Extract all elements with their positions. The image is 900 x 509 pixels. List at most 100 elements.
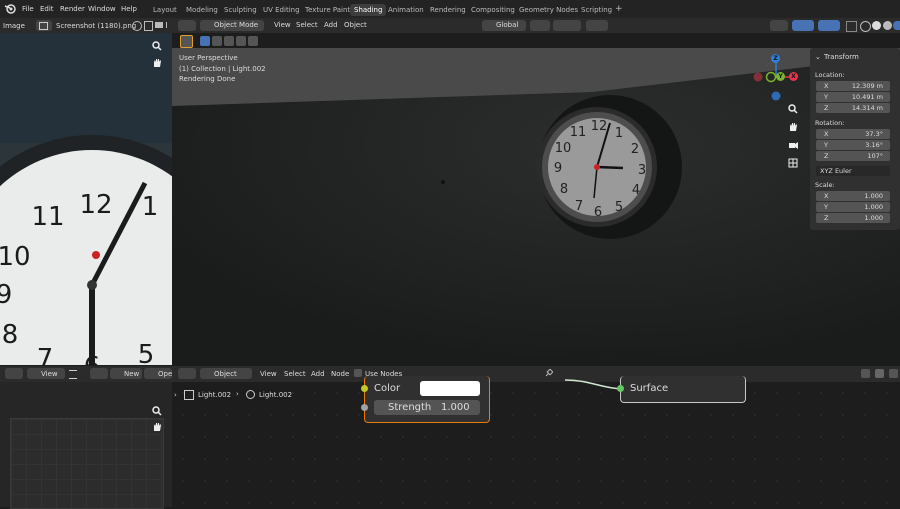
location-x-field[interactable]: X 12.309 m xyxy=(816,81,890,91)
tab-shading[interactable]: Shading xyxy=(350,4,387,16)
uv-editor-type-button[interactable] xyxy=(5,368,23,379)
uv-zoom-icon[interactable] xyxy=(152,406,162,416)
rotation-x-field[interactable]: X 37.3° xyxy=(816,129,890,139)
use-nodes-checkbox[interactable] xyxy=(354,369,362,377)
menu-window[interactable]: Window xyxy=(88,5,116,13)
tab-scripting[interactable]: Scripting xyxy=(581,6,612,14)
svg-text:9: 9 xyxy=(554,161,562,176)
uv-pan-icon[interactable] xyxy=(152,422,162,432)
tab-animation[interactable]: Animation xyxy=(388,6,424,14)
node-editor-type-button[interactable] xyxy=(178,368,196,379)
tab-rendering[interactable]: Rendering xyxy=(430,6,466,14)
tab-modeling[interactable]: Modeling xyxy=(186,6,218,14)
breadcrumb-chevron-icon: › xyxy=(174,391,177,399)
image-editor-type-label[interactable]: Image xyxy=(3,22,25,30)
viewport-overlay-perspective: User Perspective xyxy=(179,54,238,62)
shading-material-icon[interactable] xyxy=(883,21,892,30)
transform-panel-header[interactable]: Transform xyxy=(824,53,859,61)
pan-hand-icon[interactable] xyxy=(152,58,162,68)
editor-type-button[interactable] xyxy=(178,20,196,31)
viewport-menu-object[interactable]: Object xyxy=(344,21,367,29)
tab-compositing[interactable]: Compositing xyxy=(471,6,515,14)
scale-x-field[interactable]: X 1.000 xyxy=(816,191,890,201)
gizmo-axis-z[interactable]: Z xyxy=(771,54,780,63)
fake-user-icon[interactable] xyxy=(132,21,142,31)
tab-geometry-nodes[interactable]: Geometry Nodes xyxy=(519,6,578,14)
orientation-label: Global xyxy=(496,21,519,29)
rotation-z-field[interactable]: Z 107° xyxy=(816,151,890,161)
blender-logo-icon[interactable] xyxy=(4,3,16,15)
image-browse-button[interactable] xyxy=(36,20,52,31)
tab-layout[interactable]: Layout xyxy=(153,6,177,14)
menu-edit[interactable]: Edit xyxy=(40,5,54,13)
viewport-zoom-icon[interactable] xyxy=(788,104,798,114)
color-input-socket[interactable] xyxy=(361,385,368,392)
location-y-field[interactable]: Y 10.491 m xyxy=(816,92,890,102)
node-snap-icon[interactable] xyxy=(861,369,870,378)
node-menu-add[interactable]: Add xyxy=(311,370,325,378)
zoom-icon[interactable] xyxy=(152,41,162,51)
duplicate-icon[interactable] xyxy=(144,21,153,31)
active-tool-icon[interactable] xyxy=(180,35,193,48)
breadcrumb-light-data[interactable]: Light.002 xyxy=(259,391,292,399)
breadcrumb-object[interactable]: Light.002 xyxy=(198,391,231,399)
image-canvas[interactable]: 12 11 1 10 9 8 7 6 5 xyxy=(0,33,172,365)
select-subtract-icon[interactable] xyxy=(224,36,234,46)
shading-rendered-icon[interactable] xyxy=(893,21,900,30)
add-workspace-button[interactable]: + xyxy=(615,4,623,14)
pivot-dropdown[interactable] xyxy=(530,20,550,31)
svg-text:11: 11 xyxy=(31,202,64,232)
visibility-dropdown[interactable] xyxy=(770,20,788,31)
rotation-y-field[interactable]: Y 3.16° xyxy=(816,140,890,150)
gizmo-axis-x[interactable]: X xyxy=(789,72,798,81)
menu-help[interactable]: Help xyxy=(121,5,137,13)
node-menu-view[interactable]: View xyxy=(260,370,277,378)
gizmo-toggle[interactable] xyxy=(792,20,814,31)
clock-photo: 12 11 1 10 9 8 7 6 5 xyxy=(0,33,172,365)
shading-wireframe-icon[interactable] xyxy=(860,21,871,32)
menu-file[interactable]: File xyxy=(22,5,34,13)
gizmo-axis-y[interactable]: Y xyxy=(776,72,785,81)
select-invert-icon[interactable] xyxy=(236,36,246,46)
rotation-mode-dropdown[interactable]: XYZ Euler xyxy=(816,166,890,176)
menu-render[interactable]: Render xyxy=(60,5,85,13)
color-swatch[interactable] xyxy=(420,381,480,396)
object-mode-label: Object Mode xyxy=(214,21,259,29)
svg-text:6: 6 xyxy=(594,205,602,220)
hamburger-menu-icon[interactable] xyxy=(69,370,77,379)
surface-input-socket[interactable] xyxy=(617,385,624,392)
strength-value: 1.000 xyxy=(441,402,470,413)
pin-icon[interactable] xyxy=(545,368,554,377)
scale-z-field[interactable]: Z 1.000 xyxy=(816,213,890,223)
scale-y-field[interactable]: Y 1.000 xyxy=(816,202,890,212)
viewport-menu-view[interactable]: View xyxy=(274,21,291,29)
chevron-down-icon[interactable]: ⌄ xyxy=(815,53,821,61)
node-menu-select[interactable]: Select xyxy=(284,370,306,378)
strength-input-socket[interactable] xyxy=(361,404,368,411)
node-backdrop-icon[interactable] xyxy=(889,369,898,378)
tab-uv-editing[interactable]: UV Editing xyxy=(263,6,300,14)
proportional-edit-toggle[interactable] xyxy=(586,20,608,31)
location-z-field[interactable]: Z 14.314 m xyxy=(816,103,890,113)
node-canvas[interactable] xyxy=(172,382,900,507)
camera-view-icon[interactable] xyxy=(788,140,798,150)
node-menu-node[interactable]: Node xyxy=(331,370,349,378)
image-filename[interactable]: Screenshot (1180).png xyxy=(56,22,136,30)
rotation-label: Rotation: xyxy=(815,119,845,127)
uv-image-browse-button[interactable] xyxy=(90,368,108,379)
viewport-pan-icon[interactable] xyxy=(788,122,798,132)
viewport-menu-select[interactable]: Select xyxy=(296,21,318,29)
select-intersect-icon[interactable] xyxy=(248,36,258,46)
overlay-toggle[interactable] xyxy=(818,20,840,31)
shading-solid-icon[interactable] xyxy=(872,21,881,30)
tab-texture-paint[interactable]: Texture Paint xyxy=(305,6,350,14)
ortho-grid-icon[interactable] xyxy=(788,158,798,168)
tab-sculpting[interactable]: Sculpting xyxy=(224,6,257,14)
snap-toggle[interactable] xyxy=(553,20,581,31)
open-folder-icon[interactable] xyxy=(155,22,163,28)
node-overlay-icon[interactable] xyxy=(875,369,884,378)
select-box-mode-icon[interactable] xyxy=(200,36,210,46)
viewport-menu-add[interactable]: Add xyxy=(324,21,338,29)
select-extend-icon[interactable] xyxy=(212,36,222,46)
xray-icon[interactable] xyxy=(846,21,857,32)
